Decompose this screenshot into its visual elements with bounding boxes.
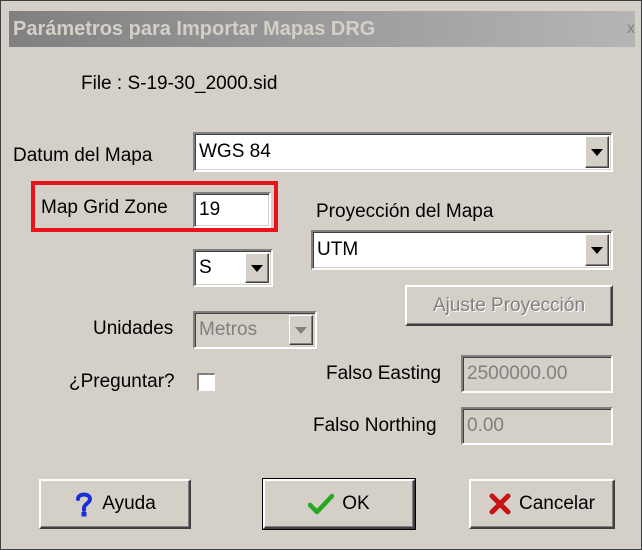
checkmark-icon <box>308 493 335 515</box>
ok-label: OK <box>342 493 370 515</box>
datum-select[interactable]: WGS 84 <box>193 132 613 172</box>
units-value: Metros <box>199 319 258 340</box>
close-icon[interactable]: x <box>627 20 635 38</box>
units-select[interactable]: Metros <box>193 311 317 349</box>
cancel-label: Cancelar <box>518 493 596 515</box>
false-northing-label: Falso Northing <box>313 415 437 436</box>
chevron-down-icon[interactable] <box>585 136 609 168</box>
ask-label: ¿Preguntar? <box>69 371 175 392</box>
title-bar[interactable]: Parámetros para Importar Mapas DRG x <box>9 11 635 47</box>
grid-zone-value: 19 <box>199 199 221 220</box>
grid-zone-input[interactable]: 19 <box>193 192 271 228</box>
cancel-button[interactable]: Cancelar <box>469 479 615 529</box>
false-easting-value: 2500000.00 <box>467 363 568 384</box>
datum-label: Datum del Mapa <box>13 145 153 166</box>
file-label: File : S-19-30_2000.sid <box>81 73 278 94</box>
adjust-projection-label: Ajuste Proyección <box>432 294 586 316</box>
import-drg-dialog: Parámetros para Importar Mapas DRG x Fil… <box>0 0 642 550</box>
grid-zone-label: Map Grid Zone <box>41 197 168 218</box>
dialog-title: Parámetros para Importar Mapas DRG <box>13 18 376 40</box>
projection-select[interactable]: UTM <box>311 230 613 270</box>
question-icon <box>76 492 93 517</box>
hemisphere-value: S <box>199 257 212 278</box>
projection-value: UTM <box>317 239 359 260</box>
false-easting-label: Falso Easting <box>326 363 442 384</box>
chevron-down-icon[interactable] <box>289 315 313 345</box>
false-easting-input[interactable]: 2500000.00 <box>461 355 613 393</box>
chevron-down-icon[interactable] <box>585 234 609 266</box>
help-button[interactable]: Ayuda <box>39 479 191 529</box>
units-label: Unidades <box>93 318 174 339</box>
x-mark-icon <box>489 493 511 515</box>
datum-value: WGS 84 <box>199 141 271 162</box>
chevron-down-icon[interactable] <box>245 253 269 283</box>
adjust-projection-button[interactable]: Ajuste Proyección <box>405 285 613 326</box>
ok-button[interactable]: OK <box>262 478 416 530</box>
help-label: Ayuda <box>102 493 156 515</box>
ask-checkbox[interactable] <box>197 373 215 391</box>
false-northing-input[interactable]: 0.00 <box>461 407 613 445</box>
hemisphere-select[interactable]: S <box>193 249 273 287</box>
projection-label: Proyección del Mapa <box>316 201 494 222</box>
false-northing-value: 0.00 <box>467 415 504 436</box>
